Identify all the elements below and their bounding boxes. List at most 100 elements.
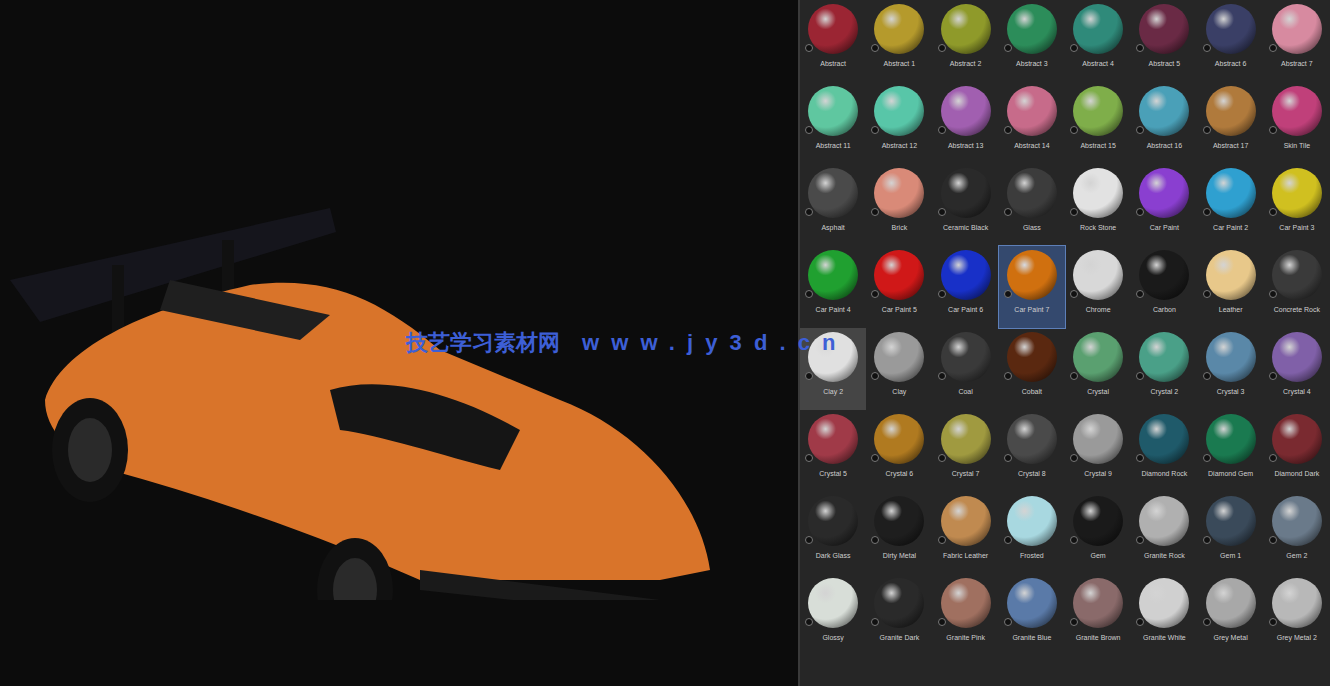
radio-dot-icon[interactable] <box>805 536 813 544</box>
material-item[interactable]: Crystal <box>1065 328 1131 410</box>
radio-dot-icon[interactable] <box>871 618 879 626</box>
radio-dot-icon[interactable] <box>1004 290 1012 298</box>
material-item[interactable]: Crystal 3 <box>1198 328 1264 410</box>
radio-dot-icon[interactable] <box>1269 536 1277 544</box>
material-item[interactable]: Car Paint 7 <box>999 246 1065 328</box>
radio-dot-icon[interactable] <box>871 372 879 380</box>
radio-dot-icon[interactable] <box>1070 618 1078 626</box>
radio-dot-icon[interactable] <box>1004 536 1012 544</box>
material-item[interactable]: Crystal 4 <box>1264 328 1330 410</box>
material-item[interactable]: Granite White <box>1131 574 1197 656</box>
radio-dot-icon[interactable] <box>1269 208 1277 216</box>
material-item[interactable]: Abstract 4 <box>1065 0 1131 82</box>
material-item[interactable]: Abstract <box>800 0 866 82</box>
material-item[interactable]: Abstract 11 <box>800 82 866 164</box>
material-item[interactable]: Cobalt <box>999 328 1065 410</box>
radio-dot-icon[interactable] <box>1203 208 1211 216</box>
radio-dot-icon[interactable] <box>871 290 879 298</box>
radio-dot-icon[interactable] <box>938 536 946 544</box>
radio-dot-icon[interactable] <box>805 372 813 380</box>
radio-dot-icon[interactable] <box>1070 44 1078 52</box>
material-item[interactable]: Concrete Rock <box>1264 246 1330 328</box>
material-item[interactable]: Gem 1 <box>1198 492 1264 574</box>
material-item[interactable]: Fabric Leather <box>933 492 999 574</box>
radio-dot-icon[interactable] <box>1203 290 1211 298</box>
radio-dot-icon[interactable] <box>1136 618 1144 626</box>
material-item[interactable]: Rock Stone <box>1065 164 1131 246</box>
radio-dot-icon[interactable] <box>1203 126 1211 134</box>
radio-dot-icon[interactable] <box>1136 126 1144 134</box>
material-item[interactable]: Abstract 14 <box>999 82 1065 164</box>
material-item[interactable]: Car Paint 3 <box>1264 164 1330 246</box>
radio-dot-icon[interactable] <box>1004 44 1012 52</box>
radio-dot-icon[interactable] <box>938 372 946 380</box>
radio-dot-icon[interactable] <box>1269 372 1277 380</box>
radio-dot-icon[interactable] <box>871 536 879 544</box>
radio-dot-icon[interactable] <box>1136 372 1144 380</box>
material-item[interactable]: Abstract 7 <box>1264 0 1330 82</box>
material-item[interactable]: Crystal 6 <box>866 410 932 492</box>
material-item[interactable]: Abstract 12 <box>866 82 932 164</box>
material-item[interactable]: Abstract 17 <box>1198 82 1264 164</box>
material-item[interactable]: Granite Blue <box>999 574 1065 656</box>
radio-dot-icon[interactable] <box>871 126 879 134</box>
material-item[interactable]: Abstract 1 <box>866 0 932 82</box>
radio-dot-icon[interactable] <box>1203 454 1211 462</box>
radio-dot-icon[interactable] <box>1136 454 1144 462</box>
radio-dot-icon[interactable] <box>805 208 813 216</box>
radio-dot-icon[interactable] <box>1004 126 1012 134</box>
material-item[interactable]: Abstract 5 <box>1131 0 1197 82</box>
radio-dot-icon[interactable] <box>1070 372 1078 380</box>
radio-dot-icon[interactable] <box>805 126 813 134</box>
radio-dot-icon[interactable] <box>1070 454 1078 462</box>
material-item[interactable]: Crystal 2 <box>1131 328 1197 410</box>
material-item[interactable]: Chrome <box>1065 246 1131 328</box>
material-item[interactable]: Crystal 7 <box>933 410 999 492</box>
radio-dot-icon[interactable] <box>1269 618 1277 626</box>
material-item[interactable]: Granite Brown <box>1065 574 1131 656</box>
radio-dot-icon[interactable] <box>1004 454 1012 462</box>
radio-dot-icon[interactable] <box>938 208 946 216</box>
radio-dot-icon[interactable] <box>1203 536 1211 544</box>
material-item[interactable]: Dirty Metal <box>866 492 932 574</box>
radio-dot-icon[interactable] <box>1070 208 1078 216</box>
radio-dot-icon[interactable] <box>1136 536 1144 544</box>
material-item[interactable]: Skin Tile <box>1264 82 1330 164</box>
radio-dot-icon[interactable] <box>1070 290 1078 298</box>
material-item[interactable]: Dark Glass <box>800 492 866 574</box>
radio-dot-icon[interactable] <box>1269 290 1277 298</box>
material-item[interactable]: Clay <box>866 328 932 410</box>
material-item[interactable]: Abstract 16 <box>1131 82 1197 164</box>
radio-dot-icon[interactable] <box>1004 208 1012 216</box>
material-item[interactable]: Abstract 13 <box>933 82 999 164</box>
material-item[interactable]: Asphalt <box>800 164 866 246</box>
radio-dot-icon[interactable] <box>805 290 813 298</box>
radio-dot-icon[interactable] <box>1136 44 1144 52</box>
radio-dot-icon[interactable] <box>1136 208 1144 216</box>
material-item[interactable]: Glass <box>999 164 1065 246</box>
material-item[interactable]: Glossy <box>800 574 866 656</box>
radio-dot-icon[interactable] <box>1269 44 1277 52</box>
material-item[interactable]: Car Paint <box>1131 164 1197 246</box>
material-item[interactable]: Car Paint 6 <box>933 246 999 328</box>
material-item[interactable]: Grey Metal 2 <box>1264 574 1330 656</box>
material-item[interactable]: Abstract 2 <box>933 0 999 82</box>
radio-dot-icon[interactable] <box>1203 372 1211 380</box>
radio-dot-icon[interactable] <box>871 44 879 52</box>
material-item[interactable]: Granite Rock <box>1131 492 1197 574</box>
radio-dot-icon[interactable] <box>1004 618 1012 626</box>
material-item[interactable]: Car Paint 2 <box>1198 164 1264 246</box>
material-item[interactable]: Ceramic Black <box>933 164 999 246</box>
radio-dot-icon[interactable] <box>871 454 879 462</box>
material-item[interactable]: Diamond Dark <box>1264 410 1330 492</box>
material-item[interactable]: Diamond Rock <box>1131 410 1197 492</box>
material-item[interactable]: Granite Pink <box>933 574 999 656</box>
radio-dot-icon[interactable] <box>1004 372 1012 380</box>
material-item[interactable]: Coal <box>933 328 999 410</box>
radio-dot-icon[interactable] <box>805 44 813 52</box>
material-item[interactable]: Brick <box>866 164 932 246</box>
material-item[interactable]: Abstract 3 <box>999 0 1065 82</box>
material-item[interactable]: Carbon <box>1131 246 1197 328</box>
radio-dot-icon[interactable] <box>805 618 813 626</box>
radio-dot-icon[interactable] <box>1070 536 1078 544</box>
